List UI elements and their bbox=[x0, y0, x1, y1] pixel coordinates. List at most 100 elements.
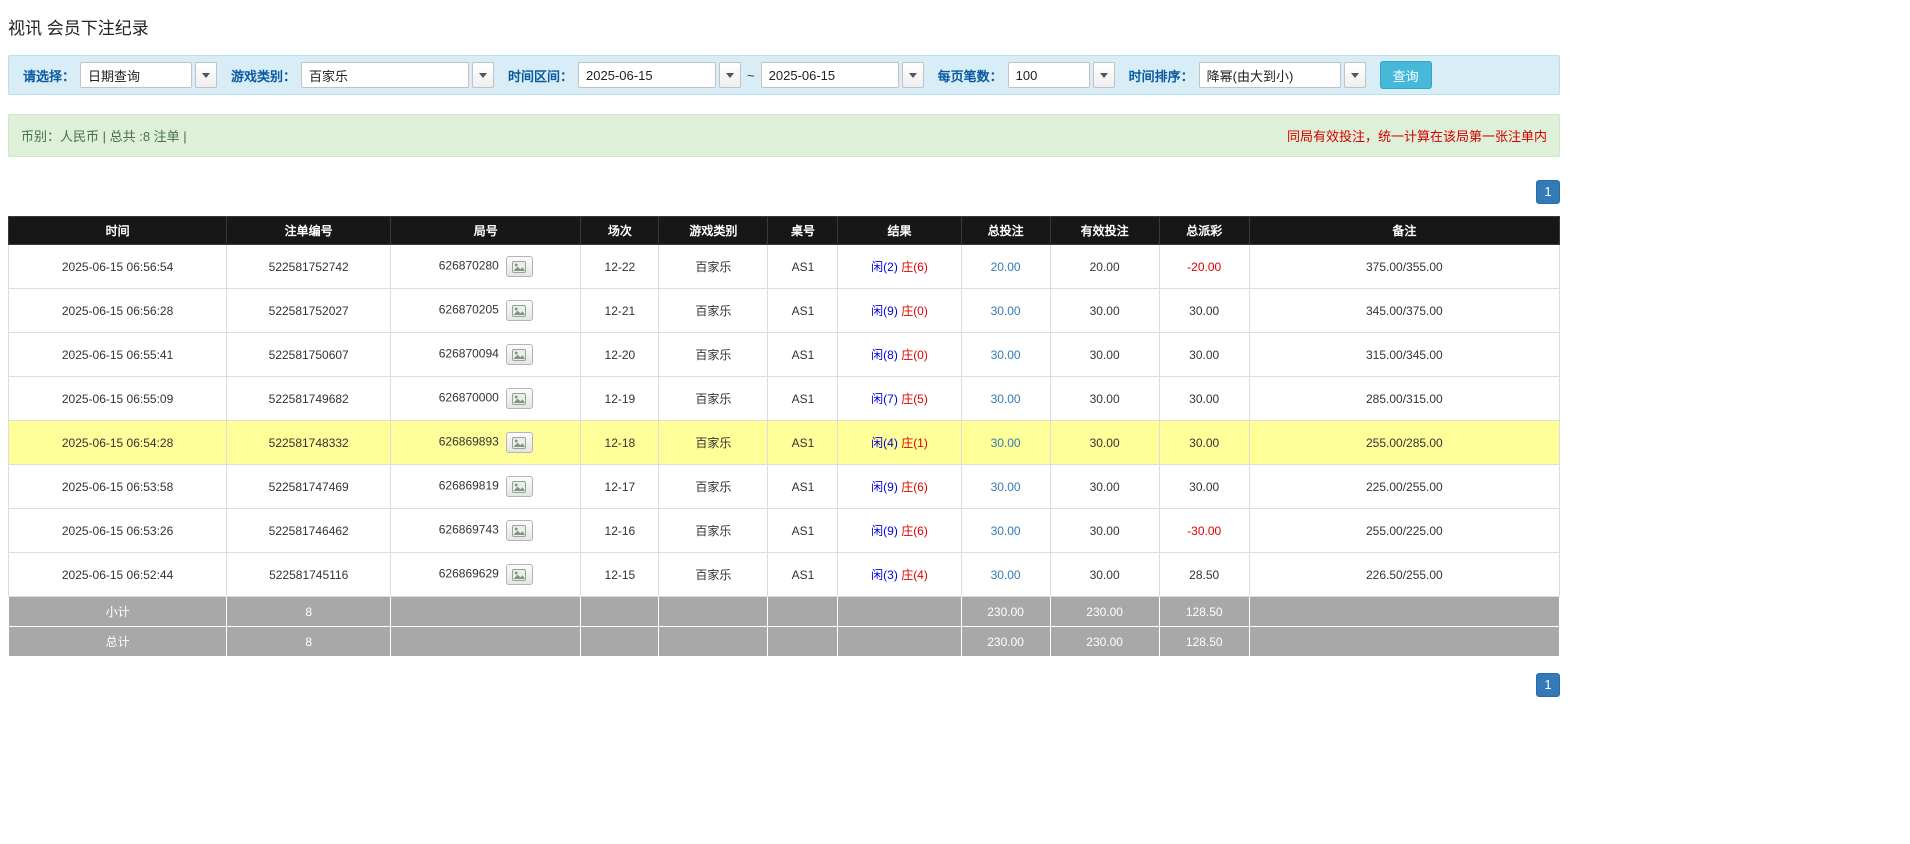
pagination-bottom: 1 bbox=[8, 673, 1560, 707]
session-cell: 12-15 bbox=[581, 553, 659, 597]
result-cell: 闲(7) 庄(5) bbox=[838, 377, 961, 421]
note-cell: 255.00/225.00 bbox=[1249, 509, 1559, 553]
page-title: 视讯 会员下注纪录 bbox=[8, 14, 1560, 39]
summary-empty-cell bbox=[768, 627, 838, 657]
sort-order-dropdown-button[interactable] bbox=[1344, 62, 1366, 88]
round-replay-icon[interactable] bbox=[506, 256, 533, 277]
round-replay-icon[interactable] bbox=[506, 564, 533, 585]
round-replay-icon[interactable] bbox=[506, 344, 533, 365]
note-cell: 345.00/375.00 bbox=[1249, 289, 1559, 333]
summary-bar: 币别：人民币 | 总共 :8 注单 | 同局有效投注，统一计算在该局第一张注单内 bbox=[8, 114, 1560, 157]
note-warning-text: 同局有效投注，统一计算在该局第一张注单内 bbox=[1287, 126, 1547, 145]
total-bet-link[interactable]: 30.00 bbox=[991, 524, 1021, 538]
round-cell: 626870280 bbox=[391, 245, 581, 289]
column-header: 总派彩 bbox=[1159, 217, 1249, 245]
summary-label-cell: 总计 bbox=[9, 627, 227, 657]
total-bet-link[interactable]: 30.00 bbox=[991, 304, 1021, 318]
summary-empty-cell bbox=[391, 597, 581, 627]
result-cell: 闲(9) 庄(6) bbox=[838, 509, 961, 553]
bet-id-cell: 522581746462 bbox=[227, 509, 391, 553]
summary-empty-cell bbox=[581, 597, 659, 627]
total-bet-link[interactable]: 30.00 bbox=[991, 480, 1021, 494]
chevron-down-icon bbox=[1351, 73, 1359, 78]
page-size-dropdown-button[interactable] bbox=[1093, 62, 1115, 88]
summary-valid-bet-cell: 230.00 bbox=[1050, 597, 1159, 627]
table-number-cell: AS1 bbox=[768, 421, 838, 465]
date-to-picker bbox=[761, 62, 924, 88]
sort-order-combo bbox=[1199, 62, 1366, 88]
result-banker: 庄(5) bbox=[901, 392, 928, 406]
column-header: 游戏类别 bbox=[659, 217, 768, 245]
sort-order-label: 时间排序： bbox=[1129, 66, 1194, 85]
game-type-dropdown-button[interactable] bbox=[472, 62, 494, 88]
bet-id-cell: 522581747469 bbox=[227, 465, 391, 509]
bet-id-cell: 522581748332 bbox=[227, 421, 391, 465]
page-number-button[interactable]: 1 bbox=[1536, 180, 1560, 204]
round-replay-icon[interactable] bbox=[506, 300, 533, 321]
total-bet-link[interactable]: 20.00 bbox=[991, 260, 1021, 274]
chevron-down-icon bbox=[202, 73, 210, 78]
total-bet-cell: 30.00 bbox=[961, 377, 1050, 421]
table-row: 2025-06-15 06:55:41522581750607626870094… bbox=[9, 333, 1560, 377]
summary-row: 总计8230.00230.00128.50 bbox=[9, 627, 1560, 657]
result-banker: 庄(4) bbox=[901, 568, 928, 582]
payout-cell: 30.00 bbox=[1159, 289, 1249, 333]
payout-cell: -30.00 bbox=[1159, 509, 1249, 553]
round-replay-icon[interactable] bbox=[506, 432, 533, 453]
date-from-input[interactable] bbox=[578, 62, 716, 88]
chevron-down-icon bbox=[479, 73, 487, 78]
table-row: 2025-06-15 06:53:58522581747469 626869819… bbox=[9, 465, 1560, 509]
result-banker: 庄(0) bbox=[901, 348, 928, 362]
result-player: 闲(8) bbox=[871, 348, 898, 362]
round-id: 626870280 bbox=[439, 259, 499, 273]
total-bet-link[interactable]: 30.00 bbox=[991, 568, 1021, 582]
table-header-row: 时间注单编号局号场次游戏类别桌号结果总投注有效投注总派彩备注 bbox=[9, 217, 1560, 245]
game-type-cell: 百家乐 bbox=[659, 421, 768, 465]
total-bet-cell: 30.00 bbox=[961, 333, 1050, 377]
round-replay-icon[interactable] bbox=[506, 520, 533, 541]
summary-empty-cell bbox=[581, 627, 659, 657]
game-type-cell: 百家乐 bbox=[659, 377, 768, 421]
game-type-cell: 百家乐 bbox=[659, 333, 768, 377]
sort-order-input[interactable] bbox=[1199, 62, 1341, 88]
result-player: 闲(4) bbox=[871, 436, 898, 450]
total-bet-cell: 30.00 bbox=[961, 509, 1050, 553]
page-size-input[interactable] bbox=[1008, 62, 1090, 88]
table-number-cell: AS1 bbox=[768, 377, 838, 421]
table-row: 2025-06-15 06:56:28522581752027626870205… bbox=[9, 289, 1560, 333]
payout-value: 28.50 bbox=[1189, 568, 1219, 582]
total-bet-link[interactable]: 30.00 bbox=[991, 348, 1021, 362]
result-banker: 庄(6) bbox=[901, 480, 928, 494]
round-replay-icon[interactable] bbox=[506, 476, 533, 497]
summary-label-cell: 小计 bbox=[9, 597, 227, 627]
search-button[interactable]: 查询 bbox=[1380, 61, 1432, 89]
summary-count-cell: 8 bbox=[227, 627, 391, 657]
summary-empty-cell bbox=[1249, 627, 1559, 657]
game-type-input[interactable] bbox=[301, 62, 469, 88]
result-cell: 闲(4) 庄(1) bbox=[838, 421, 961, 465]
query-type-dropdown-button[interactable] bbox=[195, 62, 217, 88]
time-cell: 2025-06-15 06:53:58 bbox=[9, 465, 227, 509]
summary-payout-cell: 128.50 bbox=[1159, 627, 1249, 657]
round-replay-icon[interactable] bbox=[506, 388, 533, 409]
column-header: 有效投注 bbox=[1050, 217, 1159, 245]
summary-empty-cell bbox=[1249, 597, 1559, 627]
page-number-button[interactable]: 1 bbox=[1536, 673, 1560, 697]
date-to-input[interactable] bbox=[761, 62, 899, 88]
note-cell: 255.00/285.00 bbox=[1249, 421, 1559, 465]
date-from-dropdown-button[interactable] bbox=[719, 62, 741, 88]
total-bet-link[interactable]: 30.00 bbox=[991, 436, 1021, 450]
result-banker: 庄(6) bbox=[901, 524, 928, 538]
page: 视讯 会员下注纪录 请选择： 游戏类别： 时间区间： ~ 每页笔数： 时间排序： bbox=[8, 0, 1560, 707]
round-id: 626869819 bbox=[439, 479, 499, 493]
query-type-input[interactable] bbox=[80, 62, 192, 88]
payout-value: -20.00 bbox=[1187, 260, 1221, 274]
table-number-cell: AS1 bbox=[768, 289, 838, 333]
result-player: 闲(9) bbox=[871, 304, 898, 318]
session-cell: 12-16 bbox=[581, 509, 659, 553]
total-bet-link[interactable]: 30.00 bbox=[991, 392, 1021, 406]
note-cell: 285.00/315.00 bbox=[1249, 377, 1559, 421]
bet-id-cell: 522581750607 bbox=[227, 333, 391, 377]
time-cell: 2025-06-15 06:56:54 bbox=[9, 245, 227, 289]
date-to-dropdown-button[interactable] bbox=[902, 62, 924, 88]
